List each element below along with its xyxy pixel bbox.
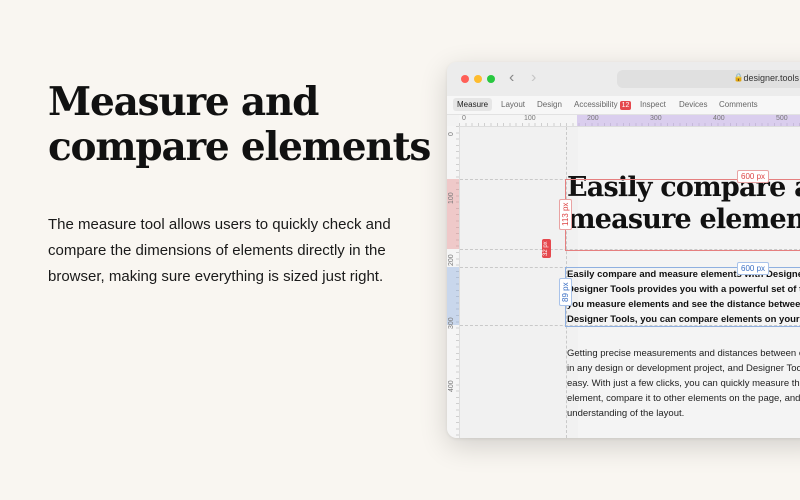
ruler-v-label: 100 <box>448 192 455 204</box>
ruler-v-label: 0 <box>448 132 455 136</box>
ruler-h-label: 500 <box>776 115 788 122</box>
tab-accessibility-label: Accessibility <box>574 100 618 109</box>
tab-design[interactable]: Design <box>537 100 562 109</box>
gap-distance-label: 32 px <box>542 239 551 258</box>
ruler-h-label: 400 <box>713 115 725 122</box>
ruler-h-label: 300 <box>650 115 662 122</box>
ruler-v-label: 300 <box>448 317 455 329</box>
hero-description: The measure tool allows users to quickly… <box>48 216 391 285</box>
hero-title: Measure and compare elements <box>48 80 448 170</box>
tab-accessibility[interactable]: Accessibility 12 <box>574 100 632 110</box>
horizontal-ruler: 0 100 200 300 400 500 <box>459 115 800 127</box>
tab-inspect[interactable]: Inspect <box>640 100 666 109</box>
heading-measure-box[interactable] <box>565 179 800 251</box>
site-paragraph-2: Getting precise measurements and distanc… <box>567 348 800 419</box>
back-arrow-icon[interactable]: ‹ <box>509 70 514 86</box>
paragraph-width-label: 600 px <box>737 262 770 275</box>
tab-devices[interactable]: Devices <box>679 100 707 109</box>
ruler-v-label: 200 <box>448 254 455 266</box>
tab-measure[interactable]: Measure <box>453 98 493 111</box>
hero-title-line1: Measure and <box>48 79 319 125</box>
ruler-heading-highlight <box>447 179 459 249</box>
devtools-toolbar: Measure Layout Design Accessibility 12 In… <box>447 96 800 115</box>
hero-title-line2: compare elements <box>48 124 431 170</box>
paragraph-height-label: 89 px <box>559 278 572 306</box>
lock-icon: 🔒 <box>733 73 744 82</box>
browser-window: ‹ › 🔒 designer.tools Measure Layout Desi… <box>447 62 800 438</box>
accessibility-count-badge: 12 <box>619 101 632 110</box>
browser-titlebar: ‹ › 🔒 designer.tools <box>447 62 800 96</box>
tab-comments[interactable]: Comments <box>719 100 758 109</box>
ruler-h-label: 200 <box>587 115 599 122</box>
address-bar[interactable]: 🔒 designer.tools <box>617 70 800 88</box>
url-text: 🔒 designer.tools <box>733 73 799 83</box>
paragraph-measure-box[interactable] <box>565 267 800 327</box>
ruler-h-label: 100 <box>524 115 536 122</box>
url-label: designer.tools <box>743 73 799 83</box>
heading-height-label: 113 px <box>559 198 572 230</box>
maximize-window-button[interactable] <box>487 75 495 83</box>
ruler-h-label: 0 <box>462 115 466 122</box>
close-window-button[interactable] <box>461 75 469 83</box>
forward-arrow-icon[interactable]: › <box>531 70 536 86</box>
ruler-selection-highlight <box>577 115 800 126</box>
minimize-window-button[interactable] <box>474 75 482 83</box>
tab-layout[interactable]: Layout <box>501 100 525 109</box>
heading-width-label: 600 px <box>737 170 770 183</box>
ruler-v-label: 400 <box>448 380 455 392</box>
